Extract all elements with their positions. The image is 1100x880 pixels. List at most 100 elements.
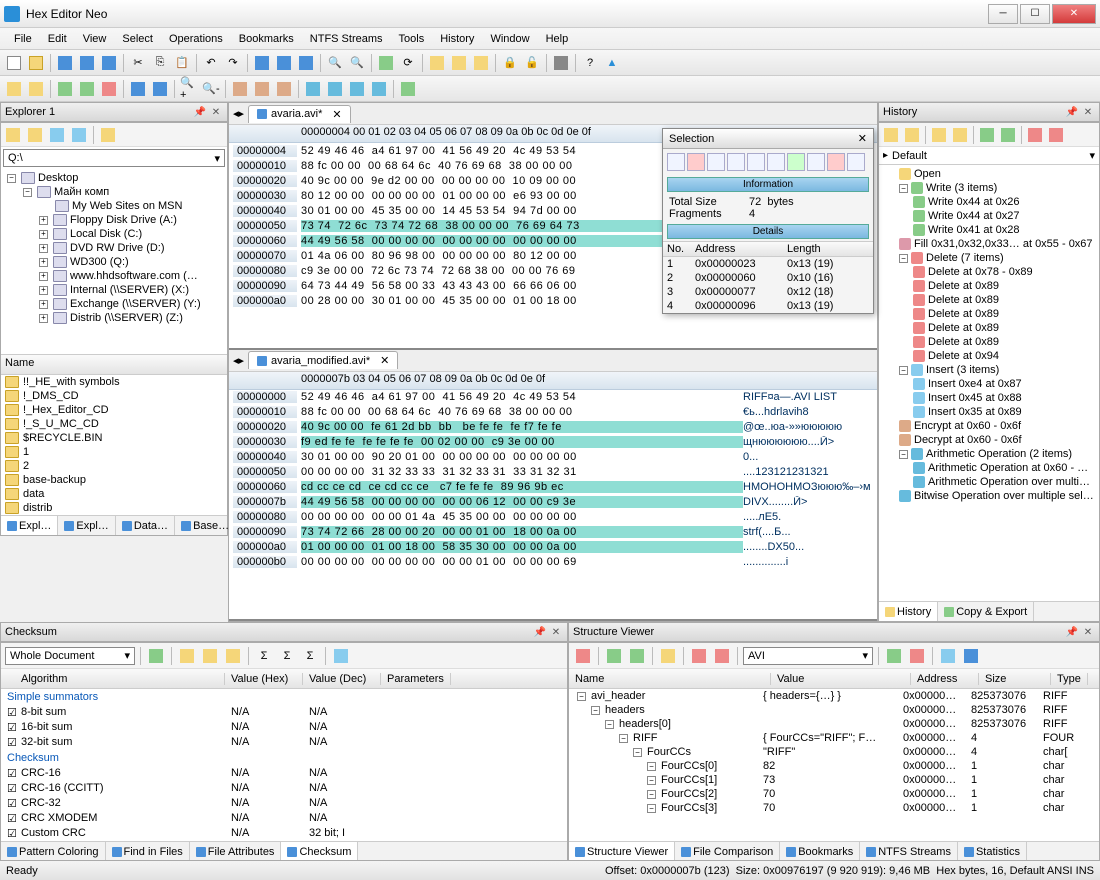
prev-tab-icon[interactable]: ◂▸ (233, 354, 244, 367)
tree-node[interactable]: −Desktop (3, 171, 225, 185)
bookmark-icon[interactable] (427, 53, 447, 73)
selection-row[interactable]: 30x000000770x12 (18) (663, 285, 873, 299)
hex-row[interactable]: 0000004030 01 00 00 90 20 01 00 00 00 00… (229, 450, 877, 465)
history-item[interactable]: −Write (3 items) (883, 181, 1095, 195)
history-item[interactable]: Arithmetic Operation over multi… (883, 475, 1095, 489)
new-icon[interactable] (4, 53, 24, 73)
history-item[interactable]: Arithmetic Operation at 0x60 - … (883, 461, 1095, 475)
list-item[interactable]: 1 (1, 445, 227, 459)
history-item[interactable]: Insert 0x35 at 0x89 (883, 405, 1095, 419)
structv-row[interactable]: −FourCCs[2]700x00000…1char (569, 787, 1099, 801)
open-icon[interactable] (26, 53, 46, 73)
ck-run-icon[interactable] (146, 646, 166, 666)
history-item[interactable]: Open (883, 167, 1095, 181)
save-all-icon[interactable] (99, 53, 119, 73)
help-icon[interactable]: ? (580, 53, 600, 73)
ck-c-icon[interactable] (223, 646, 243, 666)
structv-row[interactable]: −headers0x00000…825373076RIFF (569, 703, 1099, 717)
hex-grid-2[interactable]: 0000000052 49 46 46 a4 61 97 00 41 56 49… (229, 390, 877, 619)
sel-btn-9[interactable] (827, 153, 845, 171)
tool-g-icon[interactable] (150, 79, 170, 99)
history-item[interactable]: −Delete (7 items) (883, 251, 1095, 265)
sel-btn-5[interactable] (747, 153, 765, 171)
history-item[interactable]: Decrypt at 0x60 - 0x6f (883, 433, 1095, 447)
explorer-view-icon[interactable] (47, 125, 67, 145)
history-item[interactable]: Delete at 0x89 (883, 335, 1095, 349)
history-item[interactable]: Fill 0x31,0x32,0x33… at 0x55 - 0x67 (883, 237, 1095, 251)
hex-tab-2[interactable]: avaria_modified.avi* ✕ (248, 351, 398, 369)
drive-combo[interactable]: Q:\▾ (3, 149, 225, 167)
checksum-row[interactable]: ☑16-bit sumN/AN/A (1, 720, 567, 735)
zoom-in-icon[interactable]: 🔍+ (179, 79, 199, 99)
tool-o-icon[interactable] (398, 79, 418, 99)
structv-tab[interactable]: NTFS Streams (860, 842, 958, 861)
ck-e-icon[interactable]: Σ (277, 646, 297, 666)
explorer-tab[interactable]: Data… (116, 516, 175, 535)
menu-view[interactable]: View (75, 31, 115, 47)
info-icon[interactable]: ▲ (602, 53, 622, 73)
pin-icon[interactable]: 📌 (1065, 625, 1079, 639)
structv-row[interactable]: −headers[0]0x00000…825373076RIFF (569, 717, 1099, 731)
list-item[interactable]: data (1, 487, 227, 501)
structv-row[interactable]: −FourCCs[3]700x00000…1char (569, 801, 1099, 815)
bookmark2-icon[interactable] (449, 53, 469, 73)
tree-node[interactable]: My Web Sites on MSN (3, 199, 225, 213)
save-icon[interactable] (55, 53, 75, 73)
tree-node[interactable]: +Exchange (\\SERVER) (Y:) (3, 297, 225, 311)
tool-l-icon[interactable] (325, 79, 345, 99)
history-tab[interactable]: History (879, 602, 938, 621)
selection-row[interactable]: 10x000000230x13 (19) (663, 257, 873, 271)
tool-n-icon[interactable] (369, 79, 389, 99)
pin-icon[interactable]: 📌 (193, 105, 207, 119)
history-item[interactable]: Insert 0xe4 at 0x87 (883, 377, 1095, 391)
sv-j-icon[interactable] (961, 646, 981, 666)
selection-row[interactable]: 20x000000600x10 (16) (663, 271, 873, 285)
hex-row[interactable]: 0000007b44 49 56 58 00 00 00 00 00 00 06… (229, 495, 877, 510)
history-item[interactable]: Insert 0x45 at 0x88 (883, 391, 1095, 405)
close-panel-icon[interactable]: ✕ (1081, 105, 1095, 119)
save-as-icon[interactable] (77, 53, 97, 73)
tree-node[interactable]: +Floppy Disk Drive (A:) (3, 213, 225, 227)
maximize-button[interactable]: ☐ (1020, 4, 1050, 24)
sel-btn-6[interactable] (767, 153, 785, 171)
hist-f-icon[interactable] (1046, 125, 1066, 145)
redo-icon[interactable]: ↷ (223, 53, 243, 73)
structv-tab[interactable]: File Comparison (675, 842, 780, 861)
close-panel-icon[interactable]: ✕ (549, 625, 563, 639)
history-item[interactable]: Bitwise Operation over multiple sel… (883, 489, 1095, 503)
selection-panel[interactable]: Selection✕ Information Total Size72 byte… (662, 128, 874, 314)
structv-tab[interactable]: Bookmarks (780, 842, 860, 861)
checksum-tab[interactable]: File Attributes (190, 842, 282, 861)
history-item[interactable]: Delete at 0x78 - 0x89 (883, 265, 1095, 279)
hex-row[interactable]: 0000002040 9c 00 00 fe 61 2d bb bb be fe… (229, 420, 877, 435)
ck-f-icon[interactable]: Σ (300, 646, 320, 666)
hex-row[interactable]: 0000008000 00 00 00 00 00 01 4a 45 35 00… (229, 510, 877, 525)
explorer-refresh-icon[interactable] (69, 125, 89, 145)
close-button[interactable]: ✕ (1052, 4, 1096, 24)
sel-btn-10[interactable] (847, 153, 865, 171)
file-list-header[interactable]: Name (1, 355, 227, 375)
hist-d-icon[interactable] (998, 125, 1018, 145)
tree-node[interactable]: −Майн комп (3, 185, 225, 199)
checksum-row[interactable]: ☑8-bit sumN/AN/A (1, 705, 567, 720)
tool-k-icon[interactable] (303, 79, 323, 99)
find-icon[interactable]: 🔍 (325, 53, 345, 73)
history-default[interactable]: Default (892, 150, 927, 162)
paste-icon[interactable]: 📋 (172, 53, 192, 73)
menu-tools[interactable]: Tools (391, 31, 433, 47)
list-item[interactable]: !_S_U_MC_CD (1, 417, 227, 431)
hist-c-icon[interactable] (977, 125, 997, 145)
close-panel-icon[interactable]: ✕ (1081, 625, 1095, 639)
sv-g-icon[interactable] (884, 646, 904, 666)
hex-row[interactable]: 000000a001 00 00 00 01 00 18 00 58 35 30… (229, 540, 877, 555)
tree-node[interactable]: +Internal (\\SERVER) (X:) (3, 283, 225, 297)
history-item[interactable]: Write 0x44 at 0x26 (883, 195, 1095, 209)
menu-ntfs-streams[interactable]: NTFS Streams (302, 31, 391, 47)
hex-tab-1[interactable]: avaria.avi* ✕ (248, 105, 351, 123)
tool-m-icon[interactable] (347, 79, 367, 99)
history-item[interactable]: −Arithmetic Operation (2 items) (883, 447, 1095, 461)
hex-row[interactable]: 0000001088 fc 00 00 00 68 64 6c 40 76 69… (229, 405, 877, 420)
explorer-tab[interactable]: Base… (175, 516, 236, 535)
menu-window[interactable]: Window (482, 31, 537, 47)
sv-b-icon[interactable] (604, 646, 624, 666)
